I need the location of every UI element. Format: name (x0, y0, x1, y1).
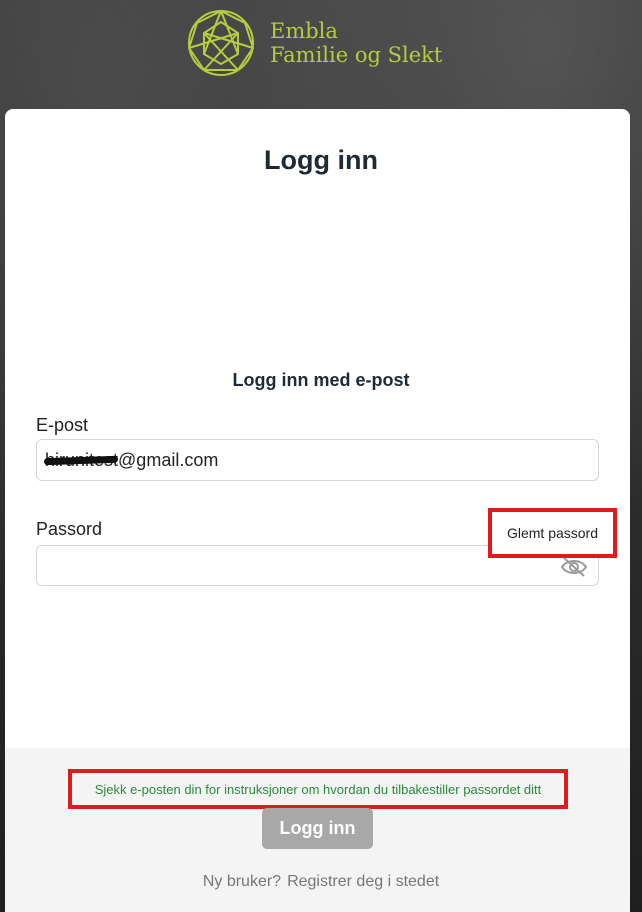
forgot-password-link[interactable]: Glemt passord (488, 508, 617, 558)
email-field[interactable] (36, 439, 599, 481)
reset-instructions-message: Sjekk e-posten din for instruksjoner om … (68, 769, 568, 809)
page-title: Logg inn (264, 145, 378, 175)
new-user-row: Ny bruker? Registrer deg i stedet (0, 873, 642, 891)
brand-line-2: Familie og Slekt (270, 43, 443, 67)
new-user-text: Ny bruker? (202, 873, 282, 890)
password-label: Passord (36, 519, 103, 539)
register-link[interactable]: Registrer deg i stedet (287, 873, 439, 890)
eye-slash-icon[interactable] (560, 555, 588, 579)
email-login-heading: Logg inn med e-post (232, 370, 410, 390)
brand-name: Embla Familie og Slekt (270, 19, 442, 67)
email-label: E-post (36, 415, 89, 435)
embla-logo-icon (187, 9, 255, 76)
login-button[interactable]: Logg inn (262, 808, 373, 849)
brand-line-1: Embla (270, 19, 338, 43)
brand-logo[interactable]: Embla Familie og Slekt (186, 8, 442, 78)
